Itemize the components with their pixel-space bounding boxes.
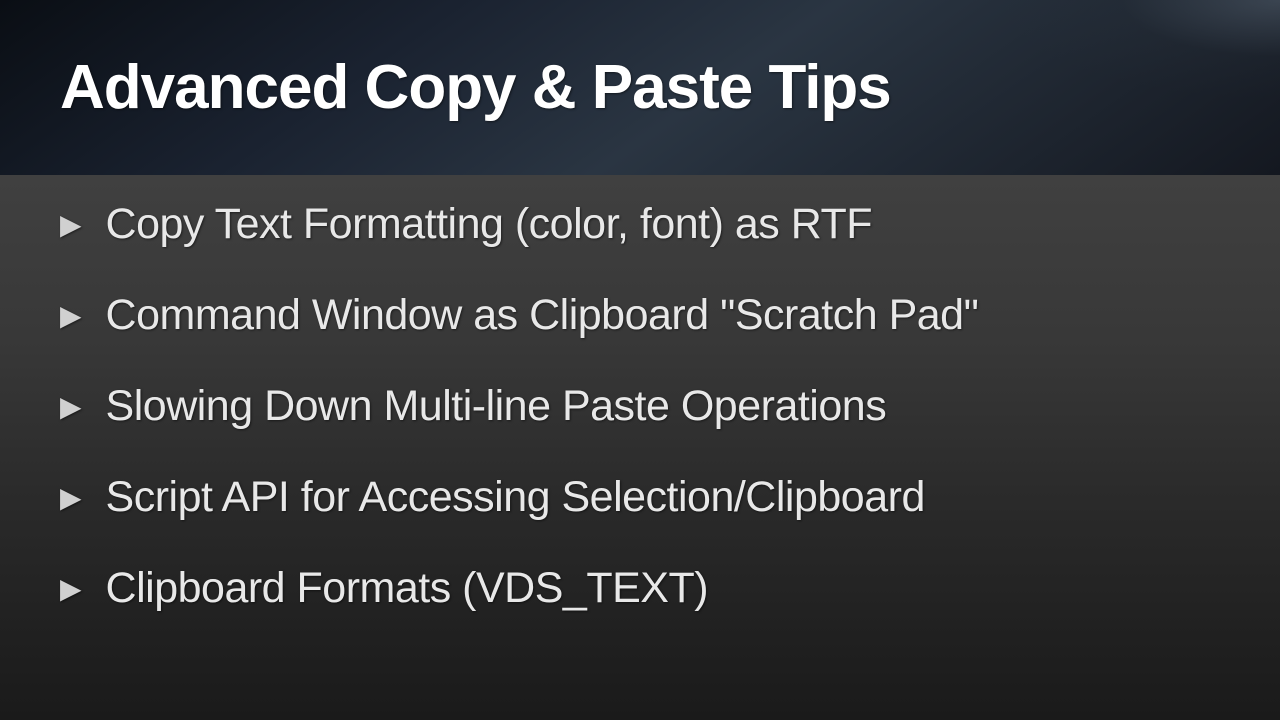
bullet-item: ▶ Slowing Down Multi-line Paste Operatio… — [60, 382, 1220, 431]
triangle-right-icon: ▶ — [60, 481, 82, 514]
bullet-item: ▶ Clipboard Formats (VDS_TEXT) — [60, 564, 1220, 613]
bullet-text: Copy Text Formatting (color, font) as RT… — [106, 200, 873, 249]
bullet-text: Clipboard Formats (VDS_TEXT) — [106, 564, 709, 613]
bullet-item: ▶ Script API for Accessing Selection/Cli… — [60, 473, 1220, 522]
bullet-text: Command Window as Clipboard "Scratch Pad… — [106, 291, 979, 340]
bullet-text: Slowing Down Multi-line Paste Operations — [106, 382, 887, 431]
slide-content: ▶ Copy Text Formatting (color, font) as … — [0, 175, 1280, 720]
bullet-text: Script API for Accessing Selection/Clipb… — [106, 473, 925, 522]
triangle-right-icon: ▶ — [60, 572, 82, 605]
bullet-item: ▶ Command Window as Clipboard "Scratch P… — [60, 291, 1220, 340]
slide-header: Advanced Copy & Paste Tips — [0, 0, 1280, 175]
triangle-right-icon: ▶ — [60, 208, 82, 241]
slide-title: Advanced Copy & Paste Tips — [60, 52, 891, 123]
bullet-item: ▶ Copy Text Formatting (color, font) as … — [60, 200, 1220, 249]
triangle-right-icon: ▶ — [60, 299, 82, 332]
triangle-right-icon: ▶ — [60, 390, 82, 423]
